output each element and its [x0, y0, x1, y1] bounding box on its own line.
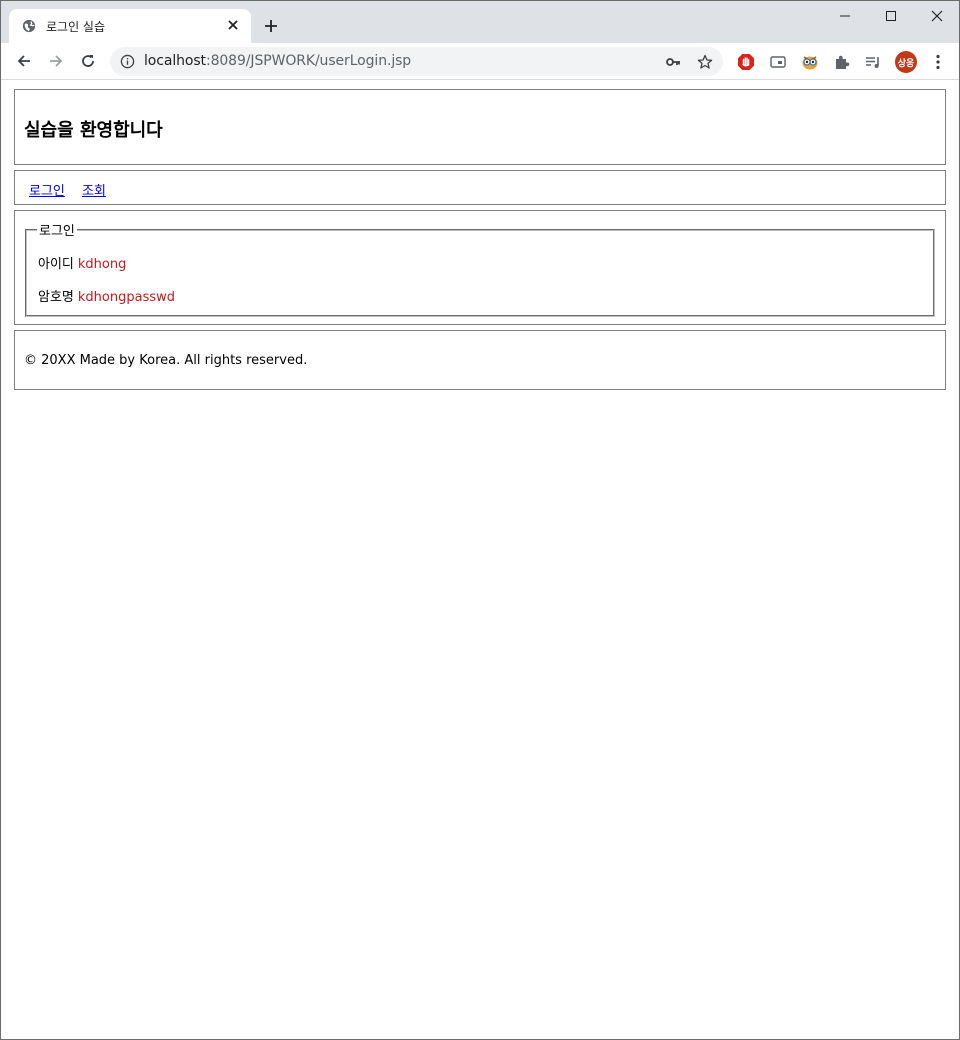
url-path: :8089/JSPWORK/userLogin.jsp — [205, 53, 412, 69]
window-close-button[interactable] — [914, 1, 960, 31]
adblock-hand-icon — [738, 54, 754, 70]
owl-icon — [802, 56, 818, 70]
arrow-left-icon — [17, 55, 30, 67]
key-icon[interactable] — [665, 54, 681, 70]
minimize-button[interactable] — [822, 1, 868, 31]
puzzle-icon — [836, 55, 850, 69]
maximize-icon — [886, 11, 896, 21]
minimize-icon — [840, 15, 850, 17]
adblock-extension[interactable] — [736, 52, 756, 72]
copyright-text: © 20XX Made by Korea. All rights reserve… — [24, 353, 308, 368]
new-tab-plus-icon[interactable] — [263, 18, 279, 34]
address-bar[interactable]: localhost:8089/JSPWORK/userLogin.jsp — [110, 47, 723, 76]
login-fieldset: 로그인 아이디 kdhong 암호명 kdhongpasswd — [25, 220, 935, 317]
password-value: kdhongpasswd — [77, 290, 176, 305]
page-footer: © 20XX Made by Korea. All rights reserve… — [14, 330, 946, 390]
window-close-icon — [931, 10, 943, 22]
forward-button[interactable] — [46, 51, 66, 71]
url-text: localhost:8089/JSPWORK/userLogin.jsp — [144, 53, 411, 69]
media-control-button[interactable] — [863, 52, 883, 72]
reload-icon — [82, 55, 94, 67]
browser-toolbar: localhost:8089/JSPWORK/userLogin.jsp 상옹 — [1, 43, 959, 80]
extensions-button[interactable] — [832, 52, 852, 72]
user-id-row: 아이디 kdhong — [38, 253, 126, 272]
info-icon[interactable] — [120, 54, 135, 69]
url-host: localhost — [144, 53, 206, 69]
title-bar: 로그인 실습 — [1, 1, 959, 43]
password-row: 암호명 kdhongpasswd — [38, 286, 175, 305]
browser-tab[interactable]: 로그인 실습 — [9, 9, 251, 43]
page-header: 실습을 환영합니다 — [14, 89, 946, 165]
globe-icon — [22, 19, 36, 33]
tab-title: 로그인 실습 — [46, 20, 106, 34]
user-id-value: kdhong — [77, 257, 127, 272]
maximize-button[interactable] — [868, 1, 914, 31]
user-id-label: 아이디 — [38, 257, 74, 272]
arrow-right-icon — [50, 55, 63, 67]
more-vertical-icon — [936, 54, 940, 70]
browser-menu-button[interactable] — [929, 52, 947, 72]
back-button[interactable] — [14, 51, 34, 71]
star-icon[interactable] — [697, 54, 713, 70]
owl-extension[interactable] — [800, 52, 820, 72]
login-legend: 로그인 — [39, 224, 75, 239]
nav-link-login[interactable]: 로그인 — [29, 180, 65, 199]
profile-avatar[interactable]: 상옹 — [895, 51, 917, 73]
media-window-icon — [770, 56, 786, 68]
reload-button[interactable] — [78, 51, 98, 71]
page-title: 실습을 환영합니다 — [24, 120, 163, 141]
cast-extension[interactable] — [768, 52, 788, 72]
nav-bar: 로그인 조회 — [14, 170, 946, 205]
password-label: 암호명 — [38, 290, 74, 305]
close-icon[interactable] — [226, 18, 240, 32]
content-section: 로그인 아이디 kdhong 암호명 kdhongpasswd — [14, 210, 946, 325]
nav-link-search[interactable]: 조회 — [82, 180, 106, 199]
playlist-icon — [866, 57, 879, 68]
